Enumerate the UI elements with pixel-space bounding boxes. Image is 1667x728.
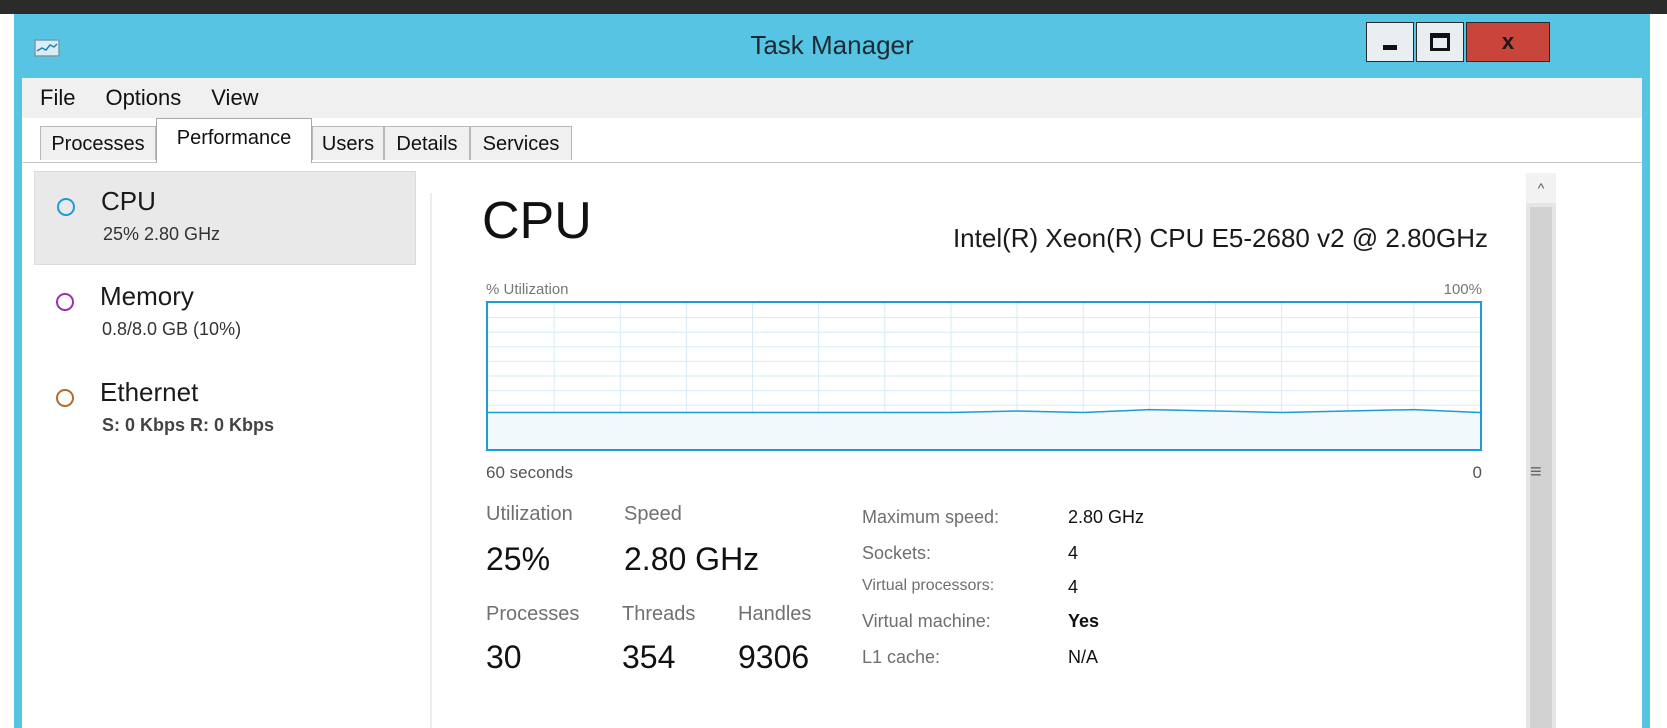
- page-title: CPU: [482, 192, 592, 250]
- spec-value-l1-cache: N/A: [1068, 647, 1099, 667]
- cpu-utilization-line: [488, 408, 1481, 414]
- sidebar-item-ethernet-label: Ethernet: [100, 377, 199, 407]
- utilization-label: Utilization: [486, 503, 573, 525]
- spec-label-virtual-processors: Virtual processors:: [862, 577, 995, 594]
- sidebar-item-ethernet-detail: S: 0 Kbps R: 0 Kbps: [102, 415, 275, 435]
- close-button[interactable]: x: [1466, 22, 1550, 62]
- tab-strip: Processes Performance Users Details Serv…: [22, 118, 1642, 163]
- sidebar-item-memory-detail: 0.8/8.0 GB (10%): [102, 319, 242, 339]
- cpu-utilization-area: [488, 409, 1480, 449]
- sidebar-item-ethernet[interactable]: Ethernet S: 0 Kbps R: 0 Kbps: [34, 363, 416, 457]
- spec-value-max-speed: 2.80 GHz: [1068, 507, 1145, 527]
- handles-label: Handles: [738, 603, 812, 625]
- minimize-icon: [1383, 44, 1397, 50]
- client-area: File Options View Processes Performance …: [22, 78, 1642, 728]
- utilization-value: 25%: [486, 541, 551, 577]
- scroll-up-arrow-icon[interactable]: ^: [1526, 173, 1556, 203]
- minimize-button[interactable]: [1366, 22, 1414, 62]
- threads-value: 354: [622, 639, 676, 675]
- spec-value-virtual-processors: 4: [1068, 577, 1079, 597]
- memory-ring-icon: [56, 293, 74, 311]
- spec-value-sockets: 4: [1068, 543, 1079, 563]
- graph-axis-zero-label: 0: [1472, 463, 1482, 482]
- handles-value: 9306: [738, 639, 810, 675]
- spec-label-sockets: Sockets:: [862, 543, 932, 563]
- ethernet-ring-icon: [56, 389, 74, 407]
- cpu-ring-icon: [57, 198, 75, 216]
- spec-label-l1-cache: L1 cache:: [862, 647, 941, 667]
- sidebar-item-cpu-label: CPU: [101, 186, 156, 216]
- task-manager-window: Task Manager x File Options View Process…: [14, 14, 1650, 728]
- menu-file[interactable]: File: [28, 85, 87, 111]
- tab-processes[interactable]: Processes: [40, 126, 156, 160]
- sidebar-item-memory-label: Memory: [100, 281, 194, 311]
- spec-value-virtual-machine: Yes: [1068, 611, 1100, 631]
- grip-handle-icon[interactable]: ≡: [1530, 461, 1542, 484]
- processes-label: Processes: [486, 603, 580, 625]
- tab-services[interactable]: Services: [470, 126, 572, 160]
- speed-value: 2.80 GHz: [624, 541, 760, 577]
- cpu-utilization-graph: [486, 301, 1482, 451]
- tab-details[interactable]: Details: [384, 126, 470, 160]
- title-bar[interactable]: Task Manager x: [14, 14, 1650, 78]
- graph-label-utilization: % Utilization: [486, 281, 569, 298]
- resource-sidebar: CPU 25% 2.80 GHz Memory 0.8/8.0 GB (10%)…: [22, 163, 432, 728]
- processes-value: 30: [486, 639, 522, 675]
- maximize-icon: [1430, 33, 1450, 51]
- cpu-model-name: Intel(R) Xeon(R) CPU E5-2680 v2 @ 2.80GH…: [952, 223, 1488, 253]
- graph-axis-time-label: 60 seconds: [486, 463, 573, 482]
- cpu-utilization-chart: [488, 303, 1481, 449]
- sidebar-item-memory[interactable]: Memory 0.8/8.0 GB (10%): [34, 267, 416, 361]
- graph-label-max: 100%: [1443, 281, 1482, 298]
- spec-label-virtual-machine: Virtual machine:: [862, 611, 991, 631]
- threads-label: Threads: [622, 603, 696, 625]
- sidebar-item-cpu-detail: 25% 2.80 GHz: [103, 224, 221, 244]
- sidebar-item-cpu[interactable]: CPU 25% 2.80 GHz: [34, 171, 416, 265]
- pane-divider[interactable]: [430, 193, 432, 728]
- vertical-scrollbar[interactable]: ^: [1526, 173, 1556, 728]
- tab-users[interactable]: Users: [312, 126, 384, 160]
- menu-options[interactable]: Options: [93, 85, 193, 111]
- speed-label: Speed: [624, 503, 682, 525]
- menu-bar: File Options View: [22, 78, 1642, 118]
- tab-performance[interactable]: Performance: [156, 118, 312, 163]
- right-edge: [1562, 163, 1642, 728]
- menu-view[interactable]: View: [199, 85, 270, 111]
- spec-label-max-speed: Maximum speed:: [862, 507, 1000, 527]
- close-icon: x: [1501, 29, 1515, 54]
- maximize-button[interactable]: [1416, 22, 1464, 62]
- cpu-details-pane: CPU Intel(R) Xeon(R) CPU E5-2680 v2 @ 2.…: [442, 163, 1522, 728]
- screen-top-edge: [0, 0, 1667, 14]
